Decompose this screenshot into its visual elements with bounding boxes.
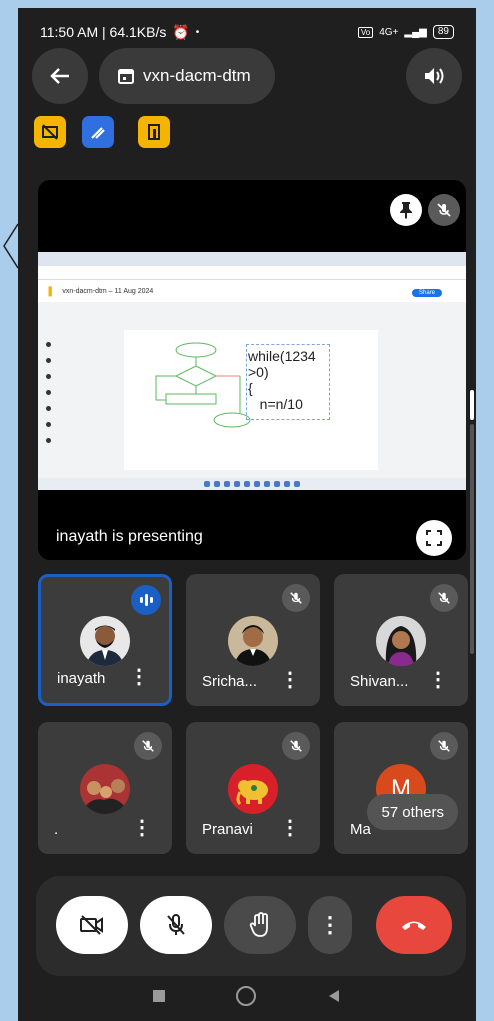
windows-taskbar	[38, 478, 466, 490]
avatar	[376, 616, 426, 666]
doc-title: vxn-dacm-dtm – 11 Aug 2024	[62, 287, 154, 295]
signal-icon: ▂▄▆	[404, 26, 427, 38]
status-bar: 11:50 AM | 64.1KB/s ⏰ • Vo 4G+ ▂▄▆ 89	[40, 22, 454, 42]
back-button[interactable]	[32, 48, 88, 104]
speaking-indicator	[131, 585, 161, 615]
recents-button[interactable]	[153, 990, 166, 1002]
shared-screen: ❚ vxn-dacm-dtm – 11 Aug 2024 Share while…	[38, 252, 466, 490]
raise-hand-button[interactable]	[224, 896, 296, 954]
muted-indicator	[282, 584, 310, 612]
recording-off-icon	[42, 124, 58, 140]
fullscreen-button[interactable]	[416, 520, 452, 556]
avatar	[80, 616, 130, 666]
camera-off-icon	[80, 915, 103, 935]
participant-tile-6[interactable]: M Ma 57 others	[334, 722, 468, 854]
more-options-button[interactable]: ⋮	[428, 667, 448, 692]
more-options-button[interactable]: ⋮	[280, 815, 300, 840]
pin-button[interactable]	[390, 194, 422, 226]
avatar	[228, 616, 278, 666]
presenter-label: inayath is presenting	[56, 528, 203, 545]
flowchart-drawing	[155, 342, 251, 428]
meet-app-screen: 11:50 AM | 64.1KB/s ⏰ • Vo 4G+ ▂▄▆ 89 vx…	[18, 8, 476, 1021]
share-button: Share	[411, 289, 442, 297]
door-icon	[148, 124, 160, 140]
participant-name: Ma	[350, 821, 371, 838]
mic-off-icon	[167, 914, 185, 935]
host-controls-chip[interactable]	[138, 116, 170, 148]
whiteboard-chip[interactable]	[82, 116, 114, 148]
meeting-info-button[interactable]: vxn-dacm-dtm	[99, 48, 275, 104]
mic-off-icon	[438, 592, 450, 604]
alarm-icon: ⏰	[172, 23, 190, 40]
presentation-panel[interactable]: ❚ vxn-dacm-dtm – 11 Aug 2024 Share while…	[38, 180, 466, 560]
avatar	[80, 764, 130, 814]
mic-off-icon	[290, 740, 302, 752]
speaker-icon	[425, 68, 444, 84]
jamboard-header: ❚ vxn-dacm-dtm – 11 Aug 2024	[38, 280, 466, 302]
dot-icon: •	[195, 26, 200, 38]
participant-name: Shivan...	[350, 673, 409, 690]
muted-indicator	[430, 584, 458, 612]
avatar	[228, 764, 278, 814]
mic-off-icon	[142, 740, 154, 752]
camera-toggle-button[interactable]	[56, 896, 128, 954]
more-vert-icon: ⋮	[319, 912, 341, 937]
browser-tab-strip	[38, 252, 466, 266]
more-options-button[interactable]: ⋮	[129, 664, 149, 689]
participant-tile-3[interactable]: Shivan... ⋮	[334, 574, 468, 706]
arrow-left-icon	[50, 68, 69, 84]
meeting-code: vxn-dacm-dtm	[143, 66, 251, 85]
muted-indicator	[134, 732, 162, 760]
hand-icon	[249, 912, 268, 937]
mic-off-icon	[437, 203, 451, 217]
fullscreen-icon	[426, 530, 442, 546]
battery-indicator: 89	[432, 25, 454, 39]
more-options-button[interactable]: ⋮	[132, 815, 152, 840]
jamboard-tools	[44, 342, 54, 472]
calendar-icon	[118, 69, 134, 84]
pen-icon	[91, 127, 105, 139]
jamboard-logo-icon: ❚	[46, 285, 55, 297]
presenter-mute-indicator	[428, 194, 460, 226]
mic-toggle-button[interactable]	[140, 896, 212, 954]
network-label: 4G+	[379, 26, 399, 38]
status-time: 11:50 AM | 64.1KB/s	[40, 24, 167, 40]
participant-name: Pranavi	[202, 821, 253, 838]
participant-name: Sricha...	[202, 673, 258, 690]
pin-icon	[400, 202, 412, 219]
muted-indicator	[430, 732, 458, 760]
participant-tile-5[interactable]: Pranavi ⋮	[186, 722, 320, 854]
participant-tile-1[interactable]: inayath ⋮	[38, 574, 172, 706]
participant-name: inayath	[57, 670, 106, 687]
participant-name: .	[54, 821, 59, 838]
mic-off-icon	[290, 592, 302, 604]
no-recording-chip[interactable]	[34, 116, 66, 148]
others-count-button[interactable]: 57 others	[367, 794, 458, 830]
home-button[interactable]	[235, 986, 256, 1006]
participant-tile-2[interactable]: Sricha... ⋮	[186, 574, 320, 706]
jamboard-canvas: while(1234 >0) { n=n/10	[124, 330, 378, 470]
scrollbar-track[interactable]	[470, 424, 474, 654]
volte-icon: Vo	[357, 26, 374, 38]
hang-up-icon	[402, 921, 426, 930]
browser-address-bar	[38, 266, 466, 280]
scrollbar-thumb[interactable]	[470, 390, 474, 420]
audio-output-button[interactable]	[406, 48, 462, 104]
code-text: while(1234 >0) { n=n/10	[248, 348, 316, 412]
participant-tile-4[interactable]: . ⋮	[38, 722, 172, 854]
more-actions-button[interactable]: ⋮	[308, 896, 352, 954]
mic-off-icon	[438, 740, 450, 752]
end-call-button[interactable]	[376, 896, 452, 954]
android-nav-bar	[18, 971, 476, 1021]
call-controls-bar: ⋮	[36, 876, 466, 976]
back-nav-button[interactable]	[327, 989, 341, 1003]
muted-indicator	[282, 732, 310, 760]
side-expand-handle[interactable]	[0, 222, 19, 270]
more-options-button[interactable]: ⋮	[280, 667, 300, 692]
